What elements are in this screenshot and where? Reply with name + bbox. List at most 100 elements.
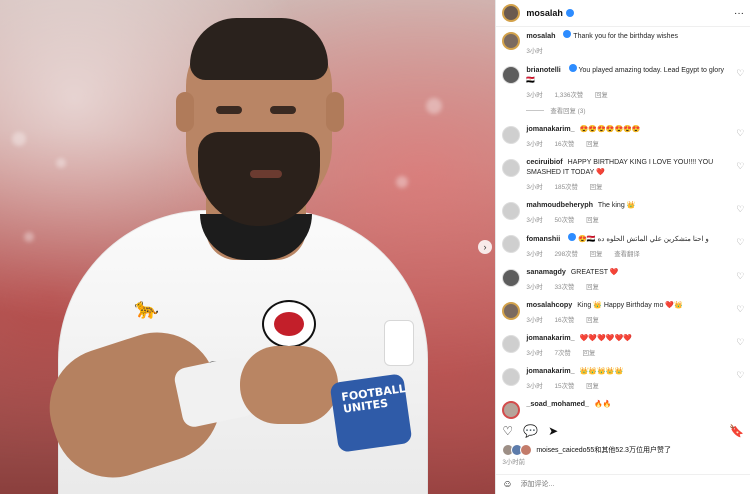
comment-body: Thank you for the birthday wishes (573, 33, 678, 40)
commenter-avatar[interactable] (502, 159, 521, 177)
comment-likes: 33次赞 (554, 284, 575, 291)
heart-icon[interactable]: ♡ (502, 424, 513, 438)
comment-row: jomanakarim_ ❤️❤️❤️❤️❤️❤️ 3小时 7次赞 回复 ♡ (496, 333, 750, 357)
next-image-arrow-icon[interactable]: › (478, 240, 492, 254)
comment-body: 👑👑👑👑👑 (579, 368, 624, 375)
like-comment-icon[interactable]: ♡ (736, 304, 744, 315)
crest-emblem (274, 312, 304, 336)
reply-button[interactable]: 回复 (586, 141, 599, 148)
author-username[interactable]: mosalah (526, 8, 563, 18)
bokeh-light (24, 232, 34, 242)
commenter-avatar[interactable] (502, 32, 521, 50)
view-replies-label: 查看回复 (3) (550, 108, 586, 115)
comment-input[interactable] (518, 480, 723, 489)
commenter-avatar[interactable] (502, 401, 521, 419)
captain-armband: FOOTBALL UNITES (329, 373, 413, 453)
comment-row: mosalah Thank you for the birthday wishe… (496, 30, 750, 55)
post-photo[interactable]: 🐆 10 FOOTBALL UNITES › (0, 0, 496, 494)
like-comment-icon[interactable]: ♡ (736, 370, 744, 381)
comment-time: 3小时 (526, 48, 543, 55)
egypt-crest (262, 300, 316, 348)
comment-text: jomanakarim_ ❤️❤️❤️❤️❤️❤️ (526, 333, 744, 344)
commenter-name[interactable]: mosalahcopy (526, 300, 572, 309)
comment-row: sanamagdy GREATEST ❤️ 3小时 33次赞 回复 ♡ (496, 267, 750, 291)
like-comment-icon[interactable]: ♡ (736, 337, 744, 348)
commenter-avatar[interactable] (502, 126, 521, 144)
commenter-name[interactable]: jomanakarim_ (526, 333, 574, 342)
emoji-icon[interactable]: ☺ (502, 479, 512, 490)
commenter-name[interactable]: jomanakarim_ (526, 124, 574, 133)
comment-row: jomanakarim_ 👑👑👑👑👑 3小时 15次赞 回复 ♡ (496, 366, 750, 390)
commenter-name[interactable]: ceciruibiof (526, 157, 562, 166)
comment-composer: ☺ (496, 474, 750, 494)
comment-body: ❤️❤️❤️❤️❤️❤️ (579, 335, 632, 342)
comment-likes: 1,336次赞 (554, 92, 584, 99)
reply-button[interactable]: 回复 (590, 184, 603, 191)
comment-time: 3小时 (526, 141, 543, 148)
comment-meta: 3小时 33次赞 回复 (526, 282, 744, 291)
player-eye (270, 106, 296, 114)
post-sidebar: mosalah ··· mosalah Thank you for the bi… (495, 0, 750, 494)
comment-text: sanamagdy GREATEST ❤️ (526, 267, 744, 278)
reply-divider (526, 110, 545, 111)
commenter-avatar[interactable] (502, 66, 521, 84)
more-options-icon[interactable]: ··· (734, 8, 744, 19)
author-avatar[interactable] (502, 4, 521, 22)
commenter-name[interactable]: mahmoudbeheryph (526, 200, 593, 209)
comment-icon[interactable]: 💬 (523, 424, 538, 438)
comment-text: mosalah Thank you for the birthday wishe… (526, 30, 744, 42)
share-icon[interactable]: ➤ (548, 424, 558, 438)
commenter-name[interactable]: mosalah (526, 31, 555, 40)
armband-text: FOOTBALL UNITES (340, 382, 407, 416)
commenter-avatar[interactable] (502, 235, 521, 253)
comment-time: 3小时 (526, 184, 543, 191)
comment-list[interactable]: mosalah Thank you for the birthday wishe… (496, 30, 750, 436)
like-comment-icon[interactable]: ♡ (736, 237, 744, 248)
comment-likes: 298次赞 (554, 251, 578, 258)
reply-button[interactable]: 回复 (595, 92, 608, 99)
comment-row: jomanakarim_ 😍😍😍😍😍😍😍 3小时 16次赞 回复 ♡ (496, 124, 750, 148)
verified-badge-icon (568, 233, 577, 241)
comment-meta: 3小时 298次赞 回复 查看翻译 (526, 249, 744, 258)
see-translation-button[interactable]: 查看翻译 (614, 251, 640, 258)
commenter-avatar[interactable] (502, 269, 521, 287)
post-time: 3小时前 (502, 459, 526, 466)
verified-badge-icon (563, 30, 572, 38)
likes-text: moises_caicedo55和其他52.3万位用户赞了 (536, 447, 671, 454)
like-comment-icon[interactable]: ♡ (736, 271, 744, 282)
comment-body: GREATEST ❤️ (570, 269, 619, 276)
commenter-name[interactable]: _soad_mohamed_ (526, 399, 589, 408)
verified-badge-icon (568, 64, 577, 72)
player-hand (240, 346, 338, 424)
like-comment-icon[interactable]: ♡ (736, 68, 744, 79)
bookmark-icon[interactable]: 🔖 (729, 424, 744, 438)
comment-meta: 3小时 16次赞 回复 (526, 139, 744, 148)
commenter-avatar[interactable] (502, 368, 521, 386)
commenter-name[interactable]: jomanakarim_ (526, 366, 574, 375)
reply-button[interactable]: 回复 (586, 217, 599, 224)
like-comment-icon[interactable]: ♡ (736, 128, 744, 139)
commenter-name[interactable]: fomanshii (526, 234, 560, 243)
likes-summary[interactable]: moises_caicedo55和其他52.3万位用户赞了 (502, 444, 671, 456)
comment-meta: 3小时 7次赞 回复 (526, 348, 744, 357)
reply-button[interactable]: 回复 (586, 383, 599, 390)
reply-button[interactable]: 回复 (586, 317, 599, 324)
bokeh-light (426, 98, 442, 114)
commenter-name[interactable]: brianotelli (526, 65, 560, 74)
view-replies[interactable]: 查看回复 (3) (496, 106, 750, 115)
commenter-avatar[interactable] (502, 302, 521, 320)
comment-body: The king 👑 (597, 202, 636, 209)
comment-row: brianotelli You played amazing today. Le… (496, 64, 750, 99)
reply-button[interactable]: 回复 (583, 350, 596, 357)
like-comment-icon[interactable]: ♡ (736, 161, 744, 172)
like-comment-icon[interactable]: ♡ (736, 204, 744, 215)
reply-button[interactable]: 回复 (586, 284, 599, 291)
verified-badge-icon (565, 9, 574, 17)
commenter-name[interactable]: sanamagdy (526, 267, 566, 276)
comment-likes: 16次赞 (554, 317, 575, 324)
player-ear (176, 92, 194, 132)
reply-button[interactable]: 回复 (590, 251, 603, 258)
commenter-avatar[interactable] (502, 202, 521, 220)
comment-meta: 3小时 185次赞 回复 (526, 182, 744, 191)
commenter-avatar[interactable] (502, 335, 521, 353)
